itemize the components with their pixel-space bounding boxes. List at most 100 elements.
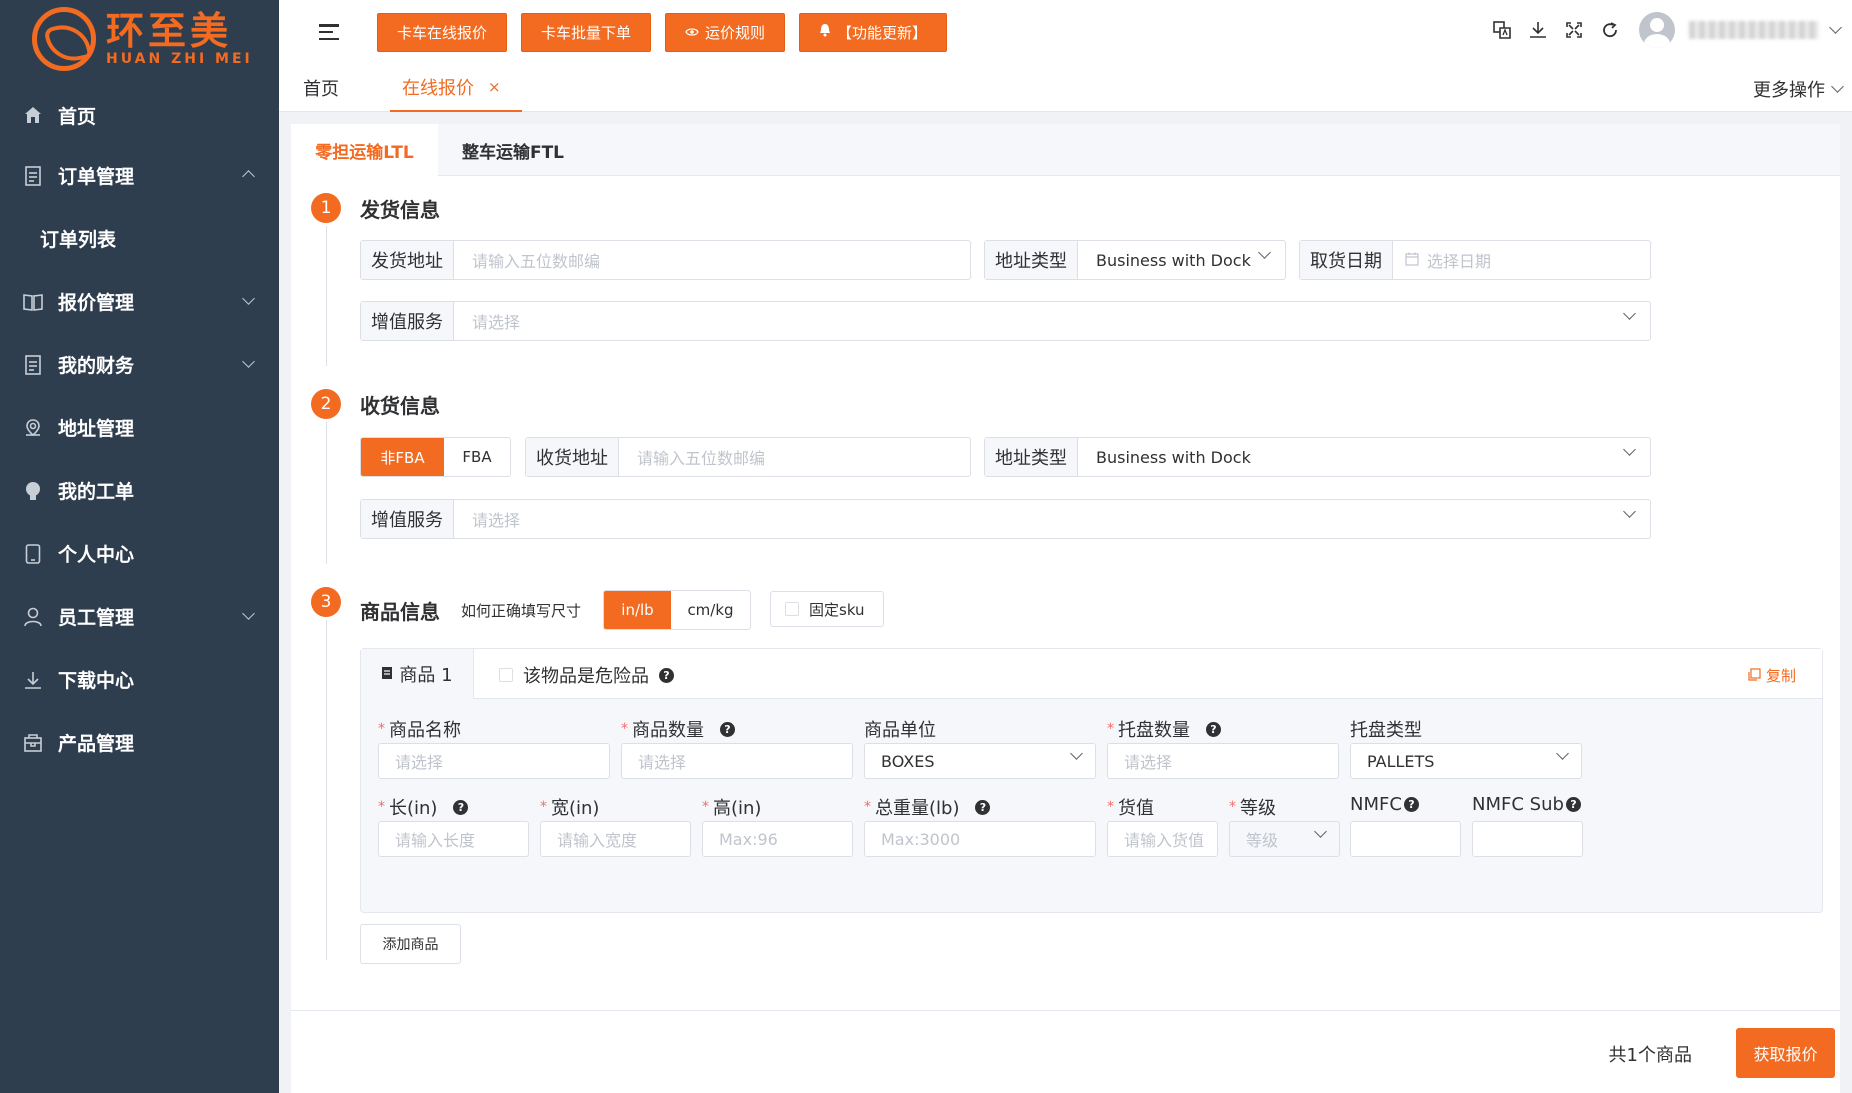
nmfc-sub-input[interactable] <box>1472 821 1583 857</box>
ship-zip-input[interactable]: 请输入五位数邮编 <box>454 241 970 279</box>
ship-address-type-select[interactable]: 地址类型 Business with Dock <box>984 240 1286 280</box>
sidebar: 环至美 HUAN ZHI MEI 首页 订单管理 订单列表 报价管理 我的财务 … <box>0 0 279 1093</box>
sidebar-item-staff[interactable]: 员工管理 <box>0 585 279 648</box>
button-label: 运价规则 <box>705 23 766 42</box>
non-fba-option[interactable]: 非FBA <box>361 438 444 476</box>
pallet-quantity-input[interactable]: 请选择 <box>1107 743 1339 779</box>
product-name-input[interactable]: 请选择 <box>378 743 610 779</box>
tab-ltl[interactable]: 零担运输LTL <box>291 124 438 176</box>
unit-in-lb[interactable]: in/lb <box>604 591 671 629</box>
width-input[interactable]: 请输入宽度 <box>540 821 691 857</box>
field-prefix: 增值服务 <box>361 500 454 538</box>
sidebar-item-address[interactable]: 地址管理 <box>0 396 279 459</box>
receive-zip-input[interactable]: 请输入五位数邮编 <box>619 438 970 476</box>
product-unit-select[interactable]: BOXES <box>864 743 1096 779</box>
copy-button[interactable]: 复制 <box>1748 665 1796 686</box>
nmfc-input[interactable] <box>1350 821 1461 857</box>
sidebar-item-tickets[interactable]: 我的工单 <box>0 459 279 522</box>
length-input[interactable]: 请输入长度 <box>378 821 529 857</box>
unit-cm-kg[interactable]: cm/kg <box>671 591 750 629</box>
checkbox-icon[interactable] <box>499 668 513 682</box>
tab-ftl[interactable]: 整车运输FTL <box>438 124 588 176</box>
receive-service-value[interactable]: 请选择 <box>454 500 1650 538</box>
chevron-down-icon <box>1070 747 1083 760</box>
translate-icon[interactable] <box>1491 19 1513 41</box>
pickup-date-field[interactable]: 取货日期 选择日期 <box>1299 240 1651 280</box>
menu-toggle-icon[interactable] <box>319 24 339 40</box>
top-header: 卡车在线报价 卡车批量下单 运价规则 【功能更新】 <box>279 0 1852 64</box>
cargo-value-input[interactable]: 请输入货值 <box>1107 821 1218 857</box>
book-icon <box>22 291 44 313</box>
sidebar-item-finance[interactable]: 我的财务 <box>0 333 279 396</box>
goods-section-title: 商品信息 <box>360 600 440 624</box>
chevron-down-icon <box>1623 443 1636 456</box>
help-icon[interactable]: ? <box>1565 797 1581 812</box>
fixed-sku-checkbox[interactable]: 固定sku <box>770 591 884 627</box>
brand-logo[interactable]: 环至美 HUAN ZHI MEI <box>0 0 279 78</box>
quote-form-card: 零担运输LTL 整车运输FTL 1 发货信息 发货地址 请输入五位数邮编 地址类… <box>291 124 1840 1093</box>
tab-product-1[interactable]: 商品 1 <box>361 649 474 699</box>
more-actions-dropdown[interactable]: 更多操作 <box>1753 76 1844 102</box>
unit-toggle[interactable]: in/lb cm/kg <box>603 590 751 630</box>
step-divider <box>326 422 327 564</box>
receive-address-type-select[interactable]: 地址类型 Business with Dock <box>984 437 1651 477</box>
feature-update-button[interactable]: 【功能更新】 <box>799 12 948 52</box>
freight-class-select[interactable]: 等级 <box>1229 821 1340 857</box>
help-icon[interactable]: ? <box>975 799 991 815</box>
add-product-button[interactable]: 添加商品 <box>360 924 461 964</box>
dangerous-goods-checkbox[interactable]: 该物品是危险品 ? <box>499 662 674 688</box>
help-icon[interactable]: ? <box>720 721 735 737</box>
receive-address-field[interactable]: 收货地址 请输入五位数邮编 <box>525 437 971 477</box>
ship-address-type-value[interactable]: Business with Dock <box>1078 241 1285 279</box>
help-icon[interactable]: ? <box>659 667 674 683</box>
size-help-link[interactable]: 如何正确填写尺寸 <box>461 600 581 621</box>
rate-rules-button[interactable]: 运价规则 <box>665 12 786 52</box>
pallet-type-select[interactable]: PALLETS <box>1350 743 1582 779</box>
field-prefix: 取货日期 <box>1300 241 1393 279</box>
sidebar-item-profile[interactable]: 个人中心 <box>0 522 279 585</box>
tab-home[interactable]: 首页 <box>303 64 339 112</box>
tab-online-quote[interactable]: 在线报价 × <box>390 64 522 112</box>
receive-service-select[interactable]: 增值服务 请选择 <box>360 499 1651 539</box>
checkbox-label: 该物品是危险品 <box>523 666 649 687</box>
page-tabs-bar: 首页 在线报价 × 更多操作 <box>279 64 1852 112</box>
sidebar-item-quotes[interactable]: 报价管理 <box>0 270 279 333</box>
truck-batch-order-button[interactable]: 卡车批量下单 <box>521 12 652 52</box>
username-blurred[interactable] <box>1689 21 1819 39</box>
fba-toggle[interactable]: 非FBA FBA <box>360 437 511 477</box>
ship-address-field[interactable]: 发货地址 请输入五位数邮编 <box>360 240 971 280</box>
sidebar-item-order-list[interactable]: 订单列表 <box>0 207 279 270</box>
chevron-down-icon[interactable] <box>1829 21 1842 34</box>
form-footer: 共1个商品 获取报价 <box>291 1010 1840 1093</box>
sidebar-item-products[interactable]: 产品管理 <box>0 711 279 774</box>
refresh-icon[interactable] <box>1599 19 1621 41</box>
sidebar-item-downloads[interactable]: 下载中心 <box>0 648 279 711</box>
chevron-down-icon <box>242 292 255 305</box>
product-quantity-input[interactable]: 请选择 <box>621 743 853 779</box>
truck-online-quote-button[interactable]: 卡车在线报价 <box>377 12 508 52</box>
select-placeholder: 请选择 <box>472 313 521 332</box>
help-icon[interactable]: ? <box>453 799 469 815</box>
fba-option[interactable]: FBA <box>444 438 510 476</box>
receive-address-type-value[interactable]: Business with Dock <box>1078 438 1650 476</box>
ship-service-select[interactable]: 增值服务 请选择 <box>360 301 1651 341</box>
sidebar-item-home[interactable]: 首页 <box>0 86 279 144</box>
sidebar-item-label: 员工管理 <box>58 607 135 629</box>
label-text: 托盘类型 <box>1350 720 1422 741</box>
ship-service-value[interactable]: 请选择 <box>454 302 1650 340</box>
height-input[interactable]: Max:96 <box>702 821 853 857</box>
sidebar-item-label: 订单列表 <box>40 229 117 251</box>
pickup-date-input[interactable]: 选择日期 <box>1393 241 1650 279</box>
sidebar-item-orders[interactable]: 订单管理 <box>0 144 279 207</box>
checkbox-icon <box>785 602 799 616</box>
help-icon[interactable]: ? <box>1403 797 1419 812</box>
avatar[interactable] <box>1639 12 1675 48</box>
get-quote-button[interactable]: 获取报价 <box>1736 1028 1835 1078</box>
close-icon[interactable]: × <box>488 78 501 96</box>
download-icon[interactable] <box>1527 19 1549 41</box>
total-weight-input[interactable]: Max:3000 <box>864 821 1096 857</box>
chevron-down-icon <box>242 607 255 620</box>
fullscreen-icon[interactable] <box>1563 19 1585 41</box>
select-value: PALLETS <box>1367 751 1435 771</box>
help-icon[interactable]: ? <box>1206 721 1221 737</box>
